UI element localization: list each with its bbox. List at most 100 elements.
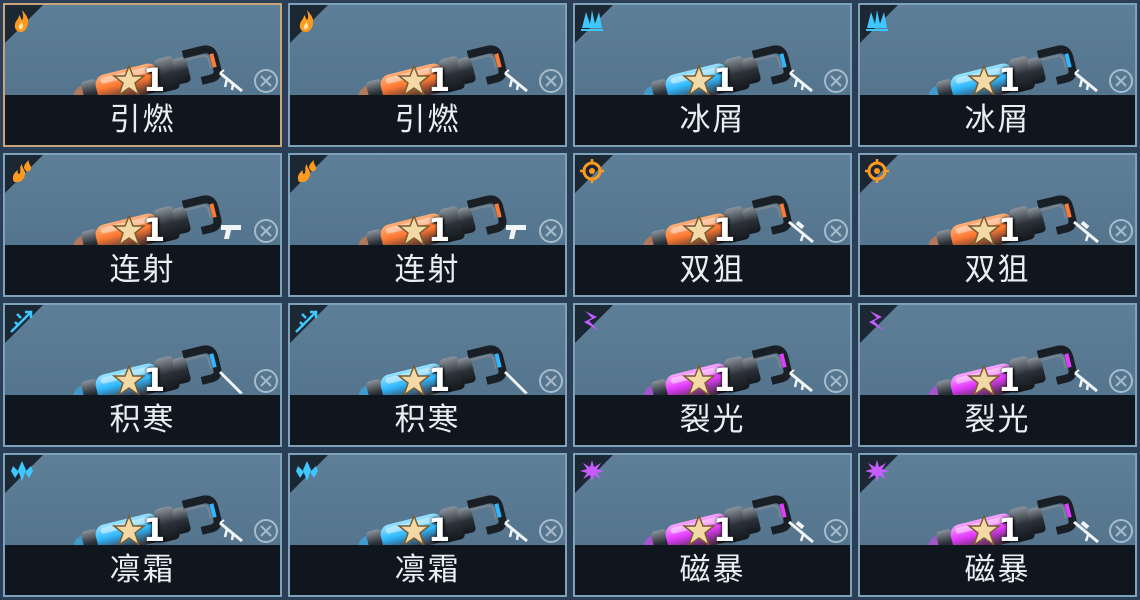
mod-name: 引燃 <box>5 95 280 145</box>
mod-card-13[interactable]: 1 凛霜 <box>3 453 282 597</box>
mod-name: 引燃 <box>290 95 565 145</box>
remove-icon[interactable] <box>1107 67 1135 95</box>
mod-name: 双狙 <box>860 245 1135 295</box>
rifle-icon <box>504 69 528 93</box>
remove-icon[interactable] <box>822 517 850 545</box>
mod-level: 1 <box>428 61 451 99</box>
mod-name: 磁暴 <box>860 545 1135 595</box>
mod-name: 磁暴 <box>575 545 850 595</box>
star-icon <box>397 65 431 97</box>
remove-icon[interactable] <box>537 217 565 245</box>
mod-card-4[interactable]: 1 冰屑 <box>858 3 1137 147</box>
rifle-icon <box>789 369 813 393</box>
star-icon <box>397 365 431 397</box>
remove-icon[interactable] <box>1107 217 1135 245</box>
sniper-icon <box>1073 220 1099 244</box>
mod-level: 1 <box>998 61 1021 99</box>
rifle-icon <box>219 69 243 93</box>
mod-level: 1 <box>998 361 1021 399</box>
sniper-icon <box>788 520 814 544</box>
star-icon <box>682 365 716 397</box>
mod-name: 连射 <box>290 245 565 295</box>
mod-level: 1 <box>143 211 166 249</box>
star-icon <box>967 515 1001 547</box>
star-icon <box>397 515 431 547</box>
mod-card-12[interactable]: 1 裂光 <box>858 303 1137 447</box>
pistol-icon <box>221 225 241 239</box>
mod-card-14[interactable]: 1 凛霜 <box>288 453 567 597</box>
star-icon <box>967 215 1001 247</box>
mod-card-11[interactable]: 1 裂光 <box>573 303 852 447</box>
frost-icon <box>866 10 888 31</box>
remove-icon[interactable] <box>252 367 280 395</box>
mod-card-6[interactable]: 1 连射 <box>288 153 567 297</box>
rifle-icon <box>219 519 243 543</box>
mod-name: 积寒 <box>5 395 280 445</box>
mod-card-16[interactable]: 1 磁暴 <box>858 453 1137 597</box>
frost-icon <box>581 10 603 31</box>
frost-crystal-icon <box>296 461 318 481</box>
lightning-icon <box>869 311 884 331</box>
fire-burst-icon <box>297 160 316 182</box>
star-icon <box>112 215 146 247</box>
remove-icon[interactable] <box>537 67 565 95</box>
mod-level: 1 <box>428 511 451 549</box>
mod-name: 积寒 <box>290 395 565 445</box>
mod-card-1[interactable]: 1 引燃 <box>3 3 282 147</box>
remove-icon[interactable] <box>1107 517 1135 545</box>
mod-name: 凛霜 <box>290 545 565 595</box>
mod-card-2[interactable]: 1 引燃 <box>288 3 567 147</box>
knife-icon <box>219 371 243 394</box>
mod-name: 裂光 <box>575 395 850 445</box>
rifle-icon <box>789 69 813 93</box>
mod-name: 双狙 <box>575 245 850 295</box>
frost-spike-icon <box>10 310 33 333</box>
mod-card-8[interactable]: 1 双狙 <box>858 153 1137 297</box>
star-icon <box>967 65 1001 97</box>
mod-card-7[interactable]: 1 双狙 <box>573 153 852 297</box>
star-icon <box>682 65 716 97</box>
mod-name: 冰屑 <box>575 95 850 145</box>
remove-icon[interactable] <box>822 217 850 245</box>
remove-icon[interactable] <box>537 517 565 545</box>
remove-icon[interactable] <box>252 217 280 245</box>
sniper-icon <box>788 220 814 244</box>
mod-level: 1 <box>143 361 166 399</box>
mod-card-15[interactable]: 1 磁暴 <box>573 453 852 597</box>
mod-name: 裂光 <box>860 395 1135 445</box>
frost-spike-icon <box>295 310 318 333</box>
mod-level: 1 <box>998 511 1021 549</box>
mod-name: 凛霜 <box>5 545 280 595</box>
mod-card-10[interactable]: 1 积寒 <box>288 303 567 447</box>
mod-level: 1 <box>143 511 166 549</box>
mod-card-5[interactable]: 1 连射 <box>3 153 282 297</box>
remove-icon[interactable] <box>822 67 850 95</box>
star-icon <box>112 515 146 547</box>
knife-icon <box>504 371 528 394</box>
sniper-icon <box>1073 520 1099 544</box>
mod-card-3[interactable]: 1 冰屑 <box>573 3 852 147</box>
fire-burst-icon <box>12 160 31 182</box>
star-icon <box>112 65 146 97</box>
mod-level: 1 <box>998 211 1021 249</box>
pistol-icon <box>506 225 526 239</box>
rifle-icon <box>504 519 528 543</box>
mod-name: 冰屑 <box>860 95 1135 145</box>
mod-level: 1 <box>143 61 166 99</box>
star-icon <box>682 515 716 547</box>
mod-level: 1 <box>428 361 451 399</box>
remove-icon[interactable] <box>1107 367 1135 395</box>
star-icon <box>682 215 716 247</box>
remove-icon[interactable] <box>252 517 280 545</box>
star-icon <box>397 215 431 247</box>
remove-icon[interactable] <box>822 367 850 395</box>
target-icon <box>580 159 604 183</box>
remove-icon[interactable] <box>537 367 565 395</box>
magnetic-icon <box>865 460 889 482</box>
fire-icon <box>14 10 29 32</box>
mod-name: 连射 <box>5 245 280 295</box>
remove-icon[interactable] <box>252 67 280 95</box>
mod-card-9[interactable]: 1 积寒 <box>3 303 282 447</box>
frost-crystal-icon <box>11 461 33 481</box>
mod-level: 1 <box>428 211 451 249</box>
